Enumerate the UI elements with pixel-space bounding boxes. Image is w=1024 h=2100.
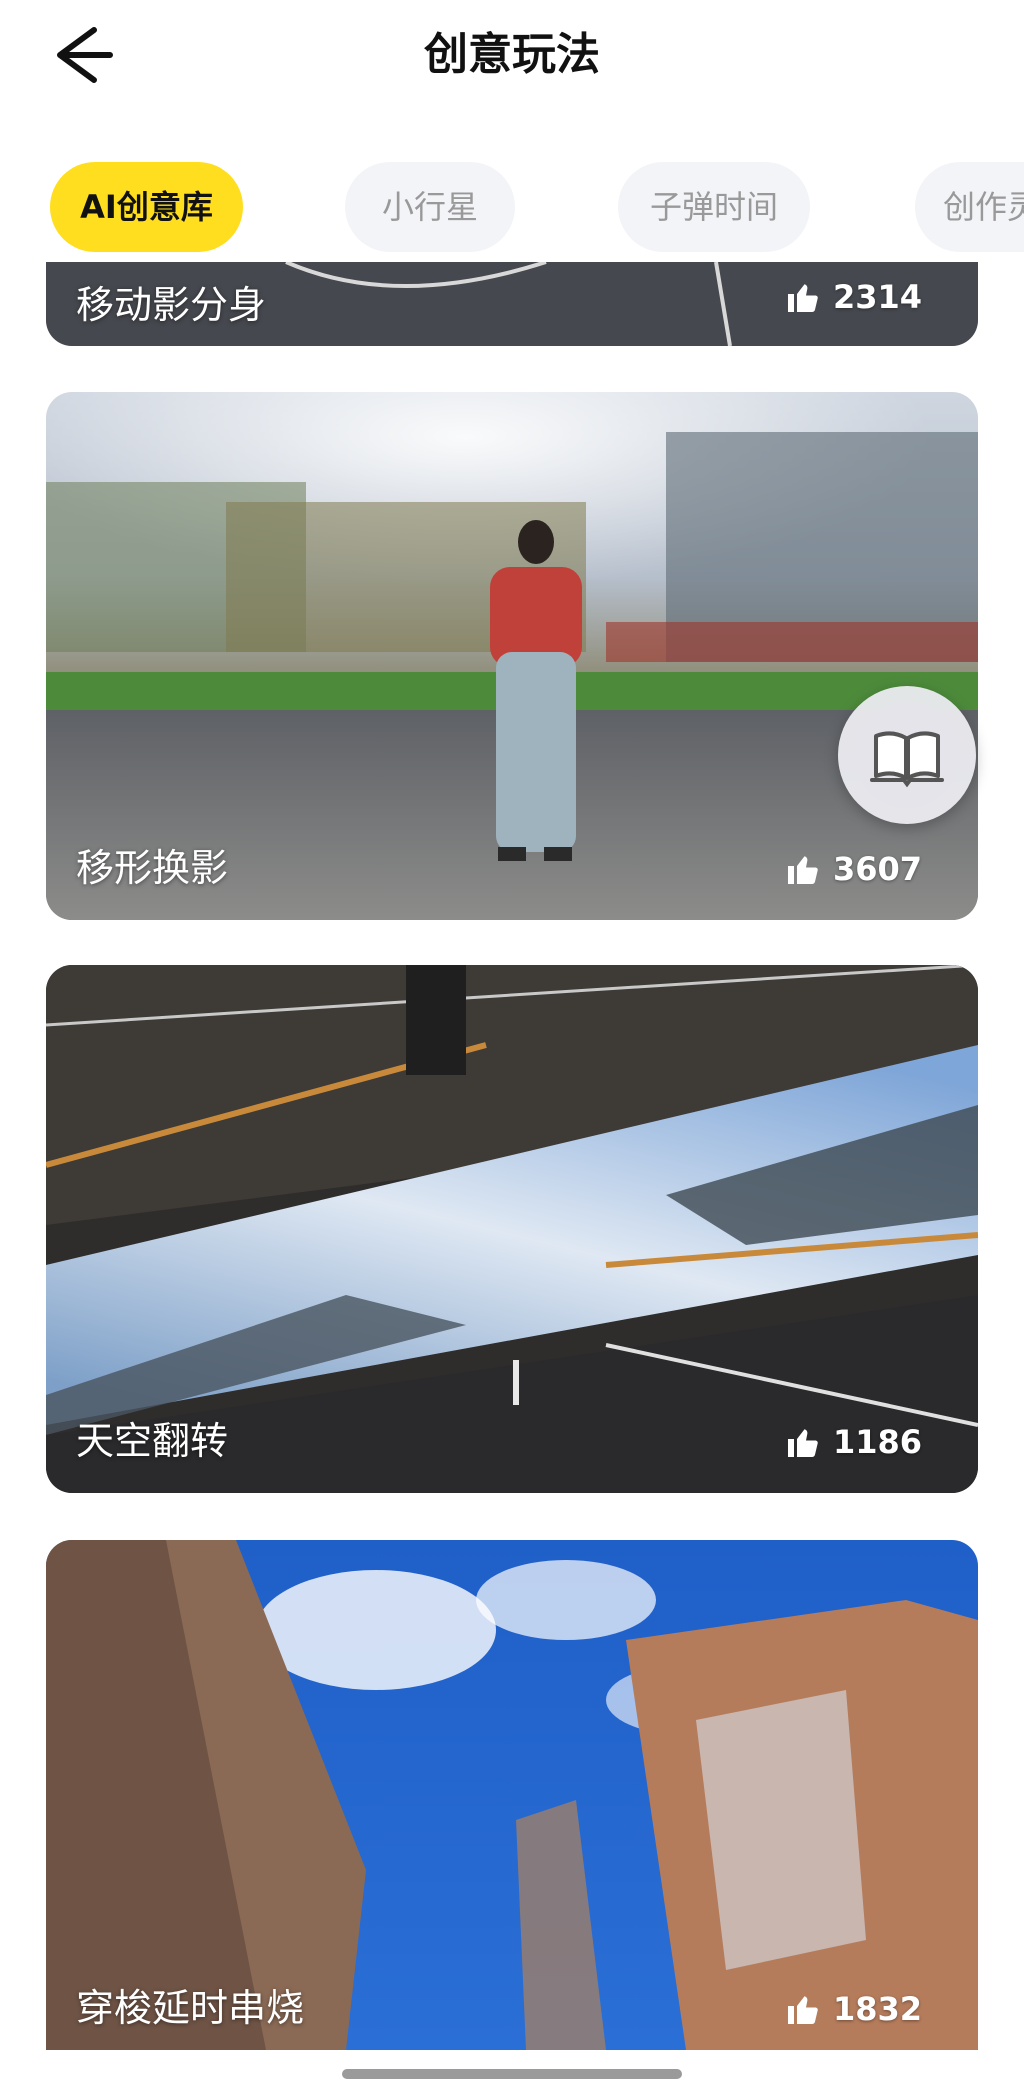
thumbs-up-icon	[787, 856, 818, 884]
page-title: 创意玩法	[424, 29, 600, 80]
top-bar: 创意玩法	[0, 0, 1024, 110]
like-count[interactable]: 2314	[785, 278, 922, 316]
like-count-value: 1186	[832, 1423, 922, 1461]
like-count[interactable]: 3607	[785, 850, 922, 888]
like-count-value: 2314	[832, 278, 922, 316]
effect-card-timelapse-mix[interactable]: 穿梭延时串烧 1832	[46, 1540, 978, 2050]
thumbs-up-icon	[787, 284, 818, 312]
thumbs-up-icon	[787, 1429, 818, 1457]
thumbs-up-icon	[787, 1996, 818, 2024]
tutorial-button-inner	[854, 702, 960, 808]
effect-card-shape-shift[interactable]: 移形换影 3607	[46, 392, 978, 920]
like-count-value: 3607	[832, 850, 922, 888]
tutorial-button[interactable]	[838, 686, 976, 824]
like-count-value: 1832	[832, 1990, 922, 2028]
card-label: 移形换影	[76, 846, 229, 890]
tab-little-planet[interactable]: 小行星	[345, 162, 515, 252]
card-label: 天空翻转	[76, 1419, 229, 1463]
book-icon	[870, 731, 944, 788]
like-count[interactable]: 1186	[785, 1423, 922, 1461]
like-count[interactable]: 1832	[785, 1990, 922, 2028]
effect-thumbnail	[46, 1540, 978, 2050]
effect-card-moving-clone[interactable]: 移动影分身 2314	[46, 262, 978, 346]
home-indicator[interactable]	[342, 2069, 682, 2079]
card-label: 移动影分身	[76, 283, 267, 327]
effect-card-sky-flip[interactable]: 天空翻转 1186	[46, 965, 978, 1493]
tab-creative[interactable]: 创作灵	[915, 162, 1024, 252]
category-tabs: AI创意库 小行星 子弹时间 创作灵	[0, 150, 1024, 262]
card-label: 穿梭延时串烧	[76, 1986, 305, 2030]
tab-ai-library[interactable]: AI创意库	[50, 162, 243, 252]
tab-bullet-time[interactable]: 子弹时间	[618, 162, 810, 252]
